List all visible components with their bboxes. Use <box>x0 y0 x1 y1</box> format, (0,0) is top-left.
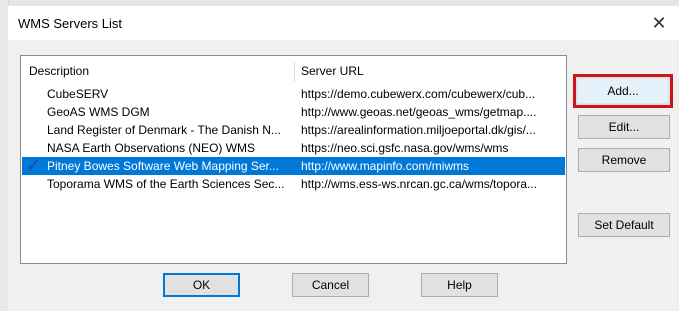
list-item[interactable]: NASA Earth Observations (NEO) WMS https:… <box>22 139 565 157</box>
servers-list[interactable]: Description Server URL CubeSERV https://… <box>20 55 567 264</box>
server-description: CubeSERV <box>47 87 109 101</box>
server-url: https://arealinformation.miljoeportal.dk… <box>301 123 536 137</box>
column-header-description[interactable]: Description <box>29 64 89 80</box>
list-item[interactable]: Land Register of Denmark - The Danish N.… <box>22 121 565 139</box>
server-url: https://neo.sci.gsfc.nasa.gov/wms/wms <box>301 141 509 155</box>
add-button[interactable]: Add... <box>573 74 673 108</box>
list-item[interactable]: GeoAS WMS DGM http://www.geoas.net/geoas… <box>22 103 565 121</box>
set-default-button[interactable]: Set Default <box>578 213 670 237</box>
close-icon[interactable]: ✕ <box>647 12 671 36</box>
cancel-button[interactable]: Cancel <box>292 273 369 297</box>
server-url: http://wms.ess-ws.nrcan.gc.ca/wms/topora… <box>301 177 538 191</box>
help-button[interactable]: Help <box>421 273 498 297</box>
server-url: http://www.mapinfo.com/miwms <box>301 159 470 173</box>
remove-button[interactable]: Remove <box>578 148 670 172</box>
list-item[interactable]: Toporama WMS of the Earth Sciences Sec..… <box>22 175 565 193</box>
dialog-titlebar: WMS Servers List ✕ <box>8 6 679 40</box>
list-item[interactable]: CubeSERV https://demo.cubewerx.com/cubew… <box>22 85 565 103</box>
ok-button[interactable]: OK <box>163 273 240 297</box>
server-description: Pitney Bowes Software Web Mapping Ser... <box>47 159 279 173</box>
server-description: NASA Earth Observations (NEO) WMS <box>47 141 256 155</box>
column-divider[interactable] <box>294 62 295 82</box>
list-item-selected[interactable]: ✓ Pitney Bowes Software Web Mapping Ser.… <box>22 155 565 175</box>
edit-button[interactable]: Edit... <box>578 115 670 139</box>
server-description: Toporama WMS of the Earth Sciences Sec..… <box>47 177 285 191</box>
dialog-title: WMS Servers List <box>18 16 123 31</box>
server-description: GeoAS WMS DGM <box>47 105 150 119</box>
server-url: https://demo.cubewerx.com/cubewerx/cub..… <box>301 87 536 101</box>
server-description: Land Register of Denmark - The Danish N.… <box>47 123 281 137</box>
server-url: http://www.geoas.net/geoas_wms/getmap...… <box>301 105 537 119</box>
wms-servers-dialog: WMS Servers List ✕ Description Server UR… <box>0 0 679 311</box>
column-header-server-url[interactable]: Server URL <box>301 64 364 80</box>
default-check-icon: ✓ <box>26 155 42 175</box>
